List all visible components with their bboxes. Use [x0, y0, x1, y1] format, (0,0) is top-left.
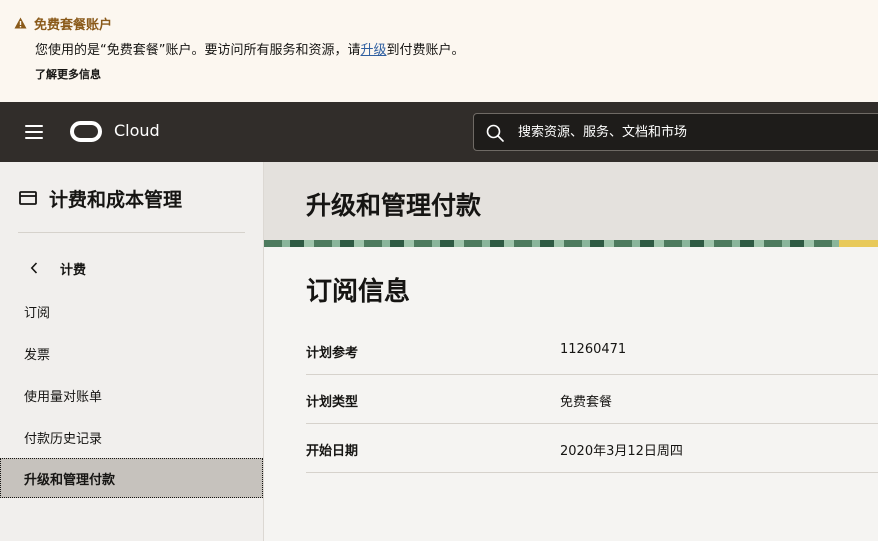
decorative-pattern-strip: [264, 240, 878, 247]
banner-message-text: 您使用的是“免费套餐”账户。要访问所有服务和资源，请: [35, 43, 361, 58]
search-box[interactable]: [473, 113, 878, 151]
upgrade-link[interactable]: 升级: [360, 43, 386, 58]
top-navigation-bar: Cloud: [0, 102, 878, 162]
free-tier-banner: 免费套餐账户 您使用的是“免费套餐”账户。要访问所有服务和资源，请升级到付费账户…: [0, 0, 878, 102]
banner-title-text: 免费套餐账户: [34, 17, 113, 33]
info-row-start-date: 开始日期 2020年3月12日周四: [306, 424, 878, 473]
sidebar-item-subscriptions[interactable]: 订阅: [0, 291, 263, 331]
search-icon: [486, 124, 504, 146]
page-header: 升级和管理付款: [264, 162, 878, 240]
sidebar-title-text: 计费和成本管理: [49, 188, 183, 211]
banner-message: 您使用的是“免费套餐”账户。要访问所有服务和资源，请升级到付费账户。: [35, 39, 465, 58]
section-title: 订阅信息: [306, 277, 411, 307]
brand-name[interactable]: Cloud: [114, 121, 160, 140]
sidebar-item-invoices[interactable]: 发票: [0, 333, 263, 373]
sidebar-item-upgrade-manage-payment[interactable]: 升级和管理付款: [0, 458, 263, 498]
chevron-left-icon: [30, 262, 42, 274]
sidebar: 计费和成本管理 计费 订阅 发票 使用量对账单 付款历史记录 升级和管理付款: [0, 162, 264, 541]
banner-title: 免费套餐账户: [14, 13, 112, 33]
learn-more-link[interactable]: 了解更多信息: [35, 66, 101, 82]
banner-message-end: 到付费账户。: [386, 43, 465, 58]
info-label: 计划类型: [306, 395, 359, 410]
sidebar-item-usage-statements[interactable]: 使用量对账单: [0, 375, 263, 415]
billing-card-icon: [19, 191, 37, 205]
info-row-plan-reference: 计划参考 11260471: [306, 326, 878, 375]
info-label: 开始日期: [306, 444, 359, 459]
sidebar-title: 计费和成本管理: [19, 186, 183, 211]
info-value: 11260471: [560, 342, 627, 357]
info-value: 免费套餐: [560, 395, 613, 410]
info-label: 计划参考: [306, 346, 359, 361]
search-input[interactable]: [518, 122, 858, 142]
sidebar-item-payment-history[interactable]: 付款历史记录: [0, 417, 263, 457]
info-row-plan-type: 计划类型 免费套餐: [306, 375, 878, 424]
warning-icon: [14, 17, 27, 29]
oracle-logo-icon[interactable]: [70, 121, 102, 142]
sidebar-back-label: 计费: [60, 262, 87, 278]
hamburger-menu-icon[interactable]: [25, 125, 43, 139]
page-title: 升级和管理付款: [306, 191, 482, 220]
sidebar-back-billing[interactable]: 计费: [30, 258, 86, 278]
sidebar-divider: [18, 232, 245, 233]
main-content: 订阅信息 计划参考 11260471 计划类型 免费套餐 开始日期 2020年3…: [264, 247, 878, 541]
info-value: 2020年3月12日周四: [560, 444, 683, 459]
